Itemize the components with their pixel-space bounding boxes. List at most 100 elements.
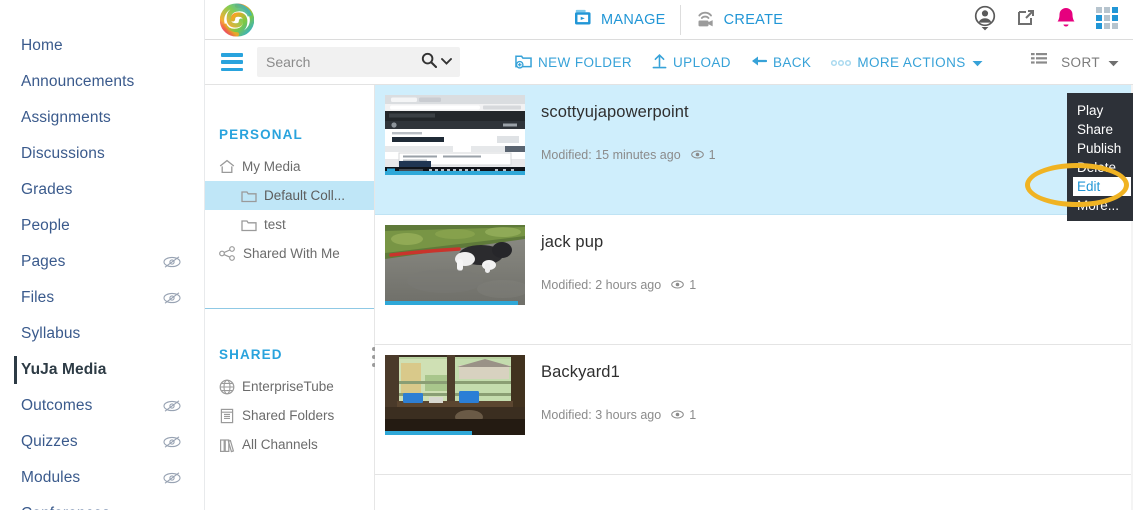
media-body: PERSONAL My Media Default Coll... test Shar… bbox=[205, 85, 1133, 510]
sidebar-item-files[interactable]: Files bbox=[0, 280, 204, 316]
yuja-header-bar: MANAGE CREATE bbox=[205, 0, 1133, 40]
context-menu-item-edit[interactable]: Edit bbox=[1073, 177, 1131, 196]
external-link-icon[interactable] bbox=[1015, 7, 1037, 34]
tree-item-my-media[interactable]: My Media bbox=[205, 152, 374, 181]
media-modified-text: Modified: 3 hours ago bbox=[541, 408, 662, 422]
sidebar-item-assignments[interactable]: Assignments bbox=[0, 100, 204, 136]
tree-item-all-channels[interactable]: All Channels bbox=[205, 430, 374, 459]
three-dots-icon bbox=[831, 55, 852, 70]
media-thumbnail[interactable] bbox=[385, 95, 525, 175]
tree-item-label: My Media bbox=[242, 159, 301, 174]
media-thumbnail[interactable] bbox=[385, 225, 525, 305]
manage-label: MANAGE bbox=[601, 12, 666, 28]
tree-item-shared-folders[interactable]: Shared Folders bbox=[205, 401, 374, 430]
share-nodes-icon bbox=[219, 246, 236, 261]
sidebar-item-label: Home bbox=[21, 37, 63, 54]
folder-video-icon bbox=[574, 9, 594, 31]
sidebar-item-label: Announcements bbox=[21, 73, 135, 90]
media-item-title[interactable]: Backyard1 bbox=[541, 363, 696, 382]
context-menu-item-delete[interactable]: Delete bbox=[1067, 158, 1133, 177]
tree-item-default-coll[interactable]: Default Coll... bbox=[205, 181, 374, 210]
upload-label: UPLOAD bbox=[673, 54, 731, 70]
sidebar-item-home[interactable]: Home bbox=[0, 28, 204, 64]
create-button[interactable]: CREATE bbox=[681, 6, 798, 34]
eye-slash-icon bbox=[162, 255, 182, 269]
media-thumbnail[interactable] bbox=[385, 355, 525, 435]
media-views: 1 bbox=[671, 408, 696, 422]
tree-item-shared-with-me[interactable]: Shared With Me bbox=[205, 239, 374, 268]
sidebar-item-label: Outcomes bbox=[21, 397, 93, 414]
media-item-title[interactable]: jack pup bbox=[541, 233, 696, 252]
tree-item-label: All Channels bbox=[242, 437, 318, 452]
sidebar-item-yuja-media[interactable]: YuJa Media bbox=[0, 352, 204, 388]
sidebar-item-announcements[interactable]: Announcements bbox=[0, 64, 204, 100]
context-menu-item-publish[interactable]: Publish bbox=[1067, 139, 1133, 158]
watch-progress-bar bbox=[385, 431, 472, 435]
media-item-subinfo: Modified: 15 minutes ago 1 bbox=[541, 148, 716, 162]
media-context-menu: Play Share Publish Delete Edit More... bbox=[1067, 93, 1133, 221]
sort-button[interactable]: SORT bbox=[1061, 55, 1119, 70]
tree-item-label: Shared With Me bbox=[243, 246, 340, 261]
arrow-left-icon bbox=[751, 54, 768, 71]
more-actions-button[interactable]: MORE ACTIONS bbox=[821, 47, 992, 77]
sidebar-item-syllabus[interactable]: Syllabus bbox=[0, 316, 204, 352]
sidebar-item-label: Grades bbox=[21, 181, 73, 198]
eye-icon bbox=[690, 148, 704, 162]
new-folder-button[interactable]: NEW FOLDER bbox=[505, 47, 642, 77]
sidebar-item-label: Quizzes bbox=[21, 433, 78, 450]
context-menu-item-share[interactable]: Share bbox=[1067, 120, 1133, 139]
tree-item-enterprisetube[interactable]: EnterpriseTube bbox=[205, 372, 374, 401]
sidebar-item-label: Files bbox=[21, 289, 55, 306]
apps-grid-icon[interactable] bbox=[1095, 6, 1119, 35]
manage-button[interactable]: MANAGE bbox=[560, 6, 680, 34]
sidebar-item-label: YuJa Media bbox=[21, 361, 107, 378]
sidebar-item-modules[interactable]: Modules bbox=[0, 460, 204, 496]
new-folder-icon bbox=[515, 53, 532, 72]
search-input[interactable] bbox=[266, 54, 416, 70]
media-list: scottyujapowerpoint Modified: 15 minutes … bbox=[375, 85, 1133, 510]
channels-icon bbox=[219, 437, 235, 453]
hamburger-menu-icon[interactable] bbox=[221, 53, 243, 71]
media-list-item[interactable]: Backyard1 Modified: 3 hours ago 1 bbox=[375, 345, 1133, 475]
search-box-icons bbox=[421, 52, 452, 73]
sidebar-item-outcomes[interactable]: Outcomes bbox=[0, 388, 204, 424]
home-icon bbox=[219, 159, 235, 174]
media-views-count: 1 bbox=[689, 278, 697, 292]
sidebar-item-quizzes[interactable]: Quizzes bbox=[0, 424, 204, 460]
sidebar-item-label: Syllabus bbox=[21, 325, 81, 342]
header-right-icons bbox=[973, 0, 1119, 40]
sidebar-item-label: Conferences bbox=[21, 505, 110, 510]
sidebar-item-pages[interactable]: Pages bbox=[0, 244, 204, 280]
tree-item-test[interactable]: test bbox=[205, 210, 374, 239]
header-actions: MANAGE CREATE bbox=[560, 0, 797, 40]
tree-item-label: EnterpriseTube bbox=[242, 379, 334, 394]
context-menu-item-more[interactable]: More... bbox=[1067, 196, 1133, 215]
yuja-swirl-logo-icon[interactable] bbox=[215, 0, 259, 40]
sidebar-item-discussions[interactable]: Discussions bbox=[0, 136, 204, 172]
media-item-subinfo: Modified: 2 hours ago 1 bbox=[541, 278, 696, 292]
tree-item-label: test bbox=[264, 217, 286, 232]
eye-icon bbox=[671, 278, 685, 292]
sidebar-item-label: Pages bbox=[21, 253, 66, 270]
media-list-item[interactable]: scottyujapowerpoint Modified: 15 minutes … bbox=[375, 85, 1133, 221]
toolbar-actions: NEW FOLDER UPLOAD BACK MORE ACTIONS bbox=[505, 47, 993, 77]
media-item-title[interactable]: scottyujapowerpoint bbox=[541, 103, 716, 122]
bell-icon[interactable] bbox=[1055, 6, 1077, 35]
sidebar-item-people[interactable]: People bbox=[0, 208, 204, 244]
caret-down-icon bbox=[972, 55, 983, 70]
sidebar-item-grades[interactable]: Grades bbox=[0, 172, 204, 208]
context-menu-item-play[interactable]: Play bbox=[1067, 101, 1133, 120]
chevron-down-icon[interactable] bbox=[441, 53, 452, 71]
search-box[interactable] bbox=[257, 47, 460, 77]
media-list-item[interactable]: jack pup Modified: 2 hours ago 1 bbox=[375, 215, 1133, 345]
back-button[interactable]: BACK bbox=[741, 47, 821, 77]
eye-slash-icon bbox=[162, 435, 182, 449]
account-avatar-icon[interactable] bbox=[973, 5, 997, 36]
upload-button[interactable]: UPLOAD bbox=[642, 47, 741, 77]
tree-item-label: Shared Folders bbox=[242, 408, 335, 423]
media-views-count: 1 bbox=[708, 148, 716, 162]
eye-slash-icon bbox=[162, 291, 182, 305]
list-view-icon[interactable] bbox=[1031, 52, 1048, 72]
magnifier-icon[interactable] bbox=[421, 52, 438, 73]
sidebar-item-conferences[interactable]: Conferences bbox=[0, 496, 204, 510]
